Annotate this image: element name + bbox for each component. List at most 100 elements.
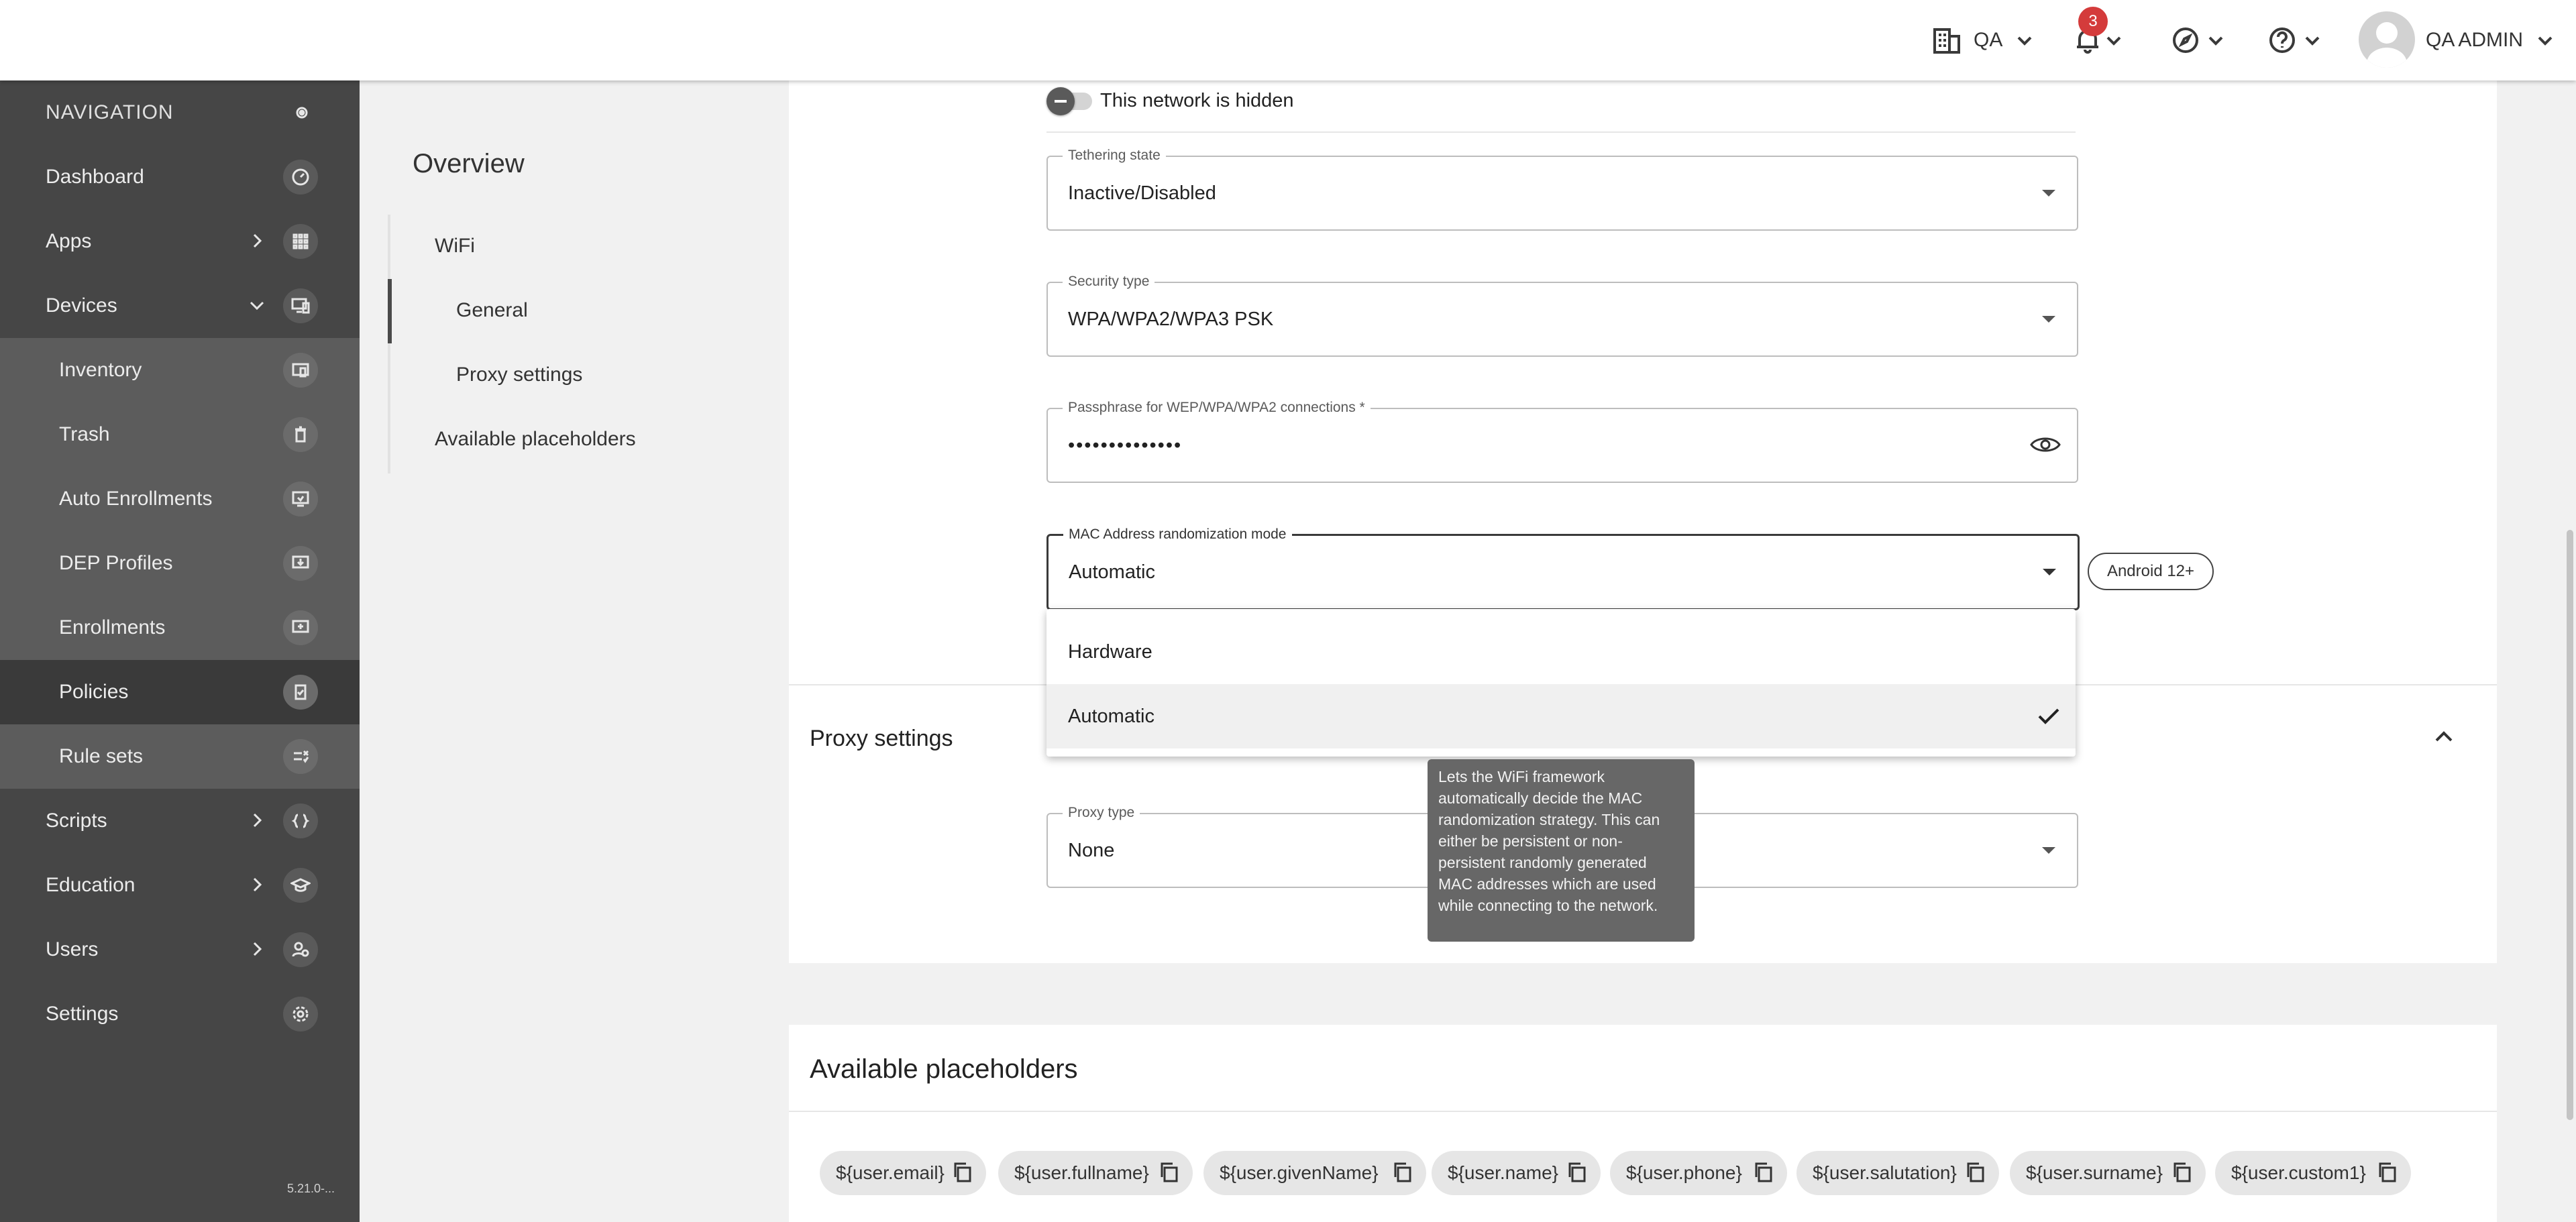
- sidebar-item-education[interactable]: Education: [0, 853, 360, 918]
- chevron-down-icon: [250, 301, 264, 311]
- sidebar-item-apps[interactable]: Apps: [0, 209, 360, 274]
- passphrase-field[interactable]: Passphrase for WEP/WPA/WPA2 connections …: [1046, 400, 2078, 483]
- devices-icon: [283, 288, 318, 323]
- copy-icon[interactable]: [1158, 1161, 1181, 1184]
- placeholder-chip-label: ${user.email}: [836, 1162, 945, 1183]
- status-menu-button[interactable]: [2171, 0, 2224, 80]
- placeholder-chip[interactable]: ${user.fullname}: [998, 1151, 1193, 1195]
- placeholder-chip[interactable]: ${user.salutation}: [1796, 1151, 1999, 1195]
- sidebar-item-policies[interactable]: Policies: [0, 660, 360, 724]
- overview-link-proxy-settings[interactable]: Proxy settings: [456, 364, 582, 386]
- mac-randomization-menu: Hardware Automatic: [1046, 609, 2076, 757]
- user-silhouette-icon: [2367, 22, 2407, 68]
- sidebar-item-dashboard[interactable]: Dashboard: [0, 145, 360, 209]
- org-label: QA: [1974, 29, 2003, 51]
- placeholder-chip-label: ${user.salutation}: [1813, 1162, 1957, 1183]
- hidden-divider: [1046, 131, 2076, 133]
- mac-randomization-label: MAC Address randomization mode: [1063, 526, 1292, 543]
- security-type-select[interactable]: Security type WPA/WPA2/WPA3 PSK: [1046, 274, 2078, 357]
- menu-option-label: Automatic: [1068, 706, 1155, 727]
- placeholder-chip-label: ${user.custom1}: [2231, 1162, 2366, 1183]
- sidebar-item-label: Devices: [46, 294, 117, 317]
- sidebar-header-label: NAVIGATION: [46, 101, 174, 123]
- sidebar-item-settings[interactable]: Settings: [0, 982, 360, 1046]
- placeholder-chip[interactable]: ${user.email}: [820, 1151, 986, 1195]
- code-icon: [283, 803, 318, 838]
- sidebar-item-label: Settings: [46, 1003, 119, 1025]
- placeholder-chip[interactable]: ${user.surname}: [2010, 1151, 2206, 1195]
- app-version: 5.21.0-...: [287, 1182, 335, 1195]
- sidebar-item-users[interactable]: Users: [0, 918, 360, 982]
- security-type-label: Security type: [1063, 274, 1155, 290]
- sidebar-item-trash[interactable]: Trash: [0, 402, 360, 467]
- org-selector[interactable]: QA: [1932, 0, 2033, 80]
- eye-icon[interactable]: [2030, 435, 2061, 455]
- copy-icon[interactable]: [951, 1161, 974, 1184]
- dropdown-caret-icon: [2043, 569, 2056, 575]
- overview-link-available-placeholders[interactable]: Available placeholders: [435, 428, 636, 451]
- page-scrollbar[interactable]: [2567, 530, 2573, 1120]
- sidebar-item-enrollments[interactable]: Enrollments: [0, 596, 360, 660]
- enrollment-icon: [283, 610, 318, 645]
- help-icon: [2269, 27, 2295, 53]
- placeholder-chip[interactable]: ${user.custom1}: [2215, 1151, 2411, 1195]
- menu-option-automatic[interactable]: Automatic: [1046, 684, 2076, 748]
- overview-link-general[interactable]: General: [456, 299, 528, 322]
- sidebar-item-label: Auto Enrollments: [59, 488, 213, 510]
- chevron-down-icon: [2106, 36, 2121, 46]
- gear-icon: [283, 997, 318, 1032]
- chevron-right-icon: [253, 877, 262, 892]
- sidebar-item-scripts[interactable]: Scripts: [0, 789, 360, 853]
- copy-icon[interactable]: [1566, 1161, 1589, 1184]
- proxy-settings-title: Proxy settings: [810, 726, 953, 751]
- avatar[interactable]: [2359, 11, 2415, 68]
- tethering-state-select[interactable]: Tethering state Inactive/Disabled: [1046, 148, 2078, 231]
- menu-option-label: Hardware: [1068, 641, 1152, 663]
- placeholders-divider: [789, 1111, 2497, 1112]
- placeholder-chip[interactable]: ${user.givenName}: [1203, 1151, 1426, 1195]
- chevron-down-icon: [2017, 36, 2032, 46]
- sidebar-item-auto-enrollments[interactable]: Auto Enrollments: [0, 467, 360, 531]
- mac-randomization-select[interactable]: MAC Address randomization mode Automatic: [1046, 526, 2080, 610]
- passphrase-label: Passphrase for WEP/WPA/WPA2 connections …: [1063, 400, 1371, 416]
- copy-icon[interactable]: [2376, 1161, 2399, 1184]
- chevron-right-icon: [253, 942, 262, 956]
- policy-icon: [283, 675, 318, 710]
- chevron-right-icon: [253, 233, 262, 248]
- notification-count-badge: 3: [2078, 7, 2108, 36]
- overview-link-wifi[interactable]: WiFi: [435, 235, 475, 258]
- overview-title: Overview: [413, 149, 525, 178]
- toggle-thumb: [1046, 87, 1075, 115]
- pin-icon[interactable]: [295, 106, 309, 119]
- placeholders-title: Available placeholders: [810, 1054, 1078, 1084]
- chevron-right-icon: [253, 813, 262, 828]
- tethering-state-label: Tethering state: [1063, 148, 1166, 164]
- copy-icon[interactable]: [1391, 1161, 1414, 1184]
- placeholder-chip[interactable]: ${user.name}: [1432, 1151, 1601, 1195]
- placeholder-chip[interactable]: ${user.phone}: [1610, 1151, 1787, 1195]
- dropdown-caret-icon: [2042, 316, 2055, 323]
- sidebar-item-inventory[interactable]: Inventory: [0, 338, 360, 402]
- dropdown-caret-icon: [2042, 190, 2055, 197]
- placeholder-chip-label: ${user.name}: [1448, 1162, 1559, 1183]
- sidebar-item-dep-profiles[interactable]: DEP Profiles: [0, 531, 360, 596]
- help-menu-button[interactable]: [2267, 0, 2321, 80]
- copy-icon[interactable]: [1964, 1161, 1987, 1184]
- sidebar-item-label: Rule sets: [59, 745, 144, 767]
- sidebar-item-label: Inventory: [59, 359, 142, 381]
- hidden-network-label: This network is hidden: [1100, 90, 1294, 111]
- checkmark-icon: [2038, 708, 2059, 724]
- sidebar-item-rule-sets[interactable]: Rule sets: [0, 724, 360, 789]
- proxy-type-value: None: [1068, 840, 1115, 861]
- option-tooltip: Lets the WiFi framework automatically de…: [1428, 759, 1695, 942]
- sidebar-item-devices[interactable]: Devices: [0, 274, 360, 338]
- copy-icon[interactable]: [2171, 1161, 2194, 1184]
- sidebar-item-label: Apps: [46, 230, 92, 252]
- placeholder-chip-label: ${user.fullname}: [1014, 1162, 1149, 1183]
- chevron-up-icon[interactable]: [2432, 726, 2455, 748]
- menu-option-hardware[interactable]: Hardware: [1046, 620, 2076, 684]
- sidebar-item-label: Users: [46, 938, 99, 960]
- user-menu-button[interactable]: QA ADMIN: [2426, 0, 2554, 80]
- copy-icon[interactable]: [1752, 1161, 1775, 1184]
- sidebar-item-label: Dashboard: [46, 166, 144, 188]
